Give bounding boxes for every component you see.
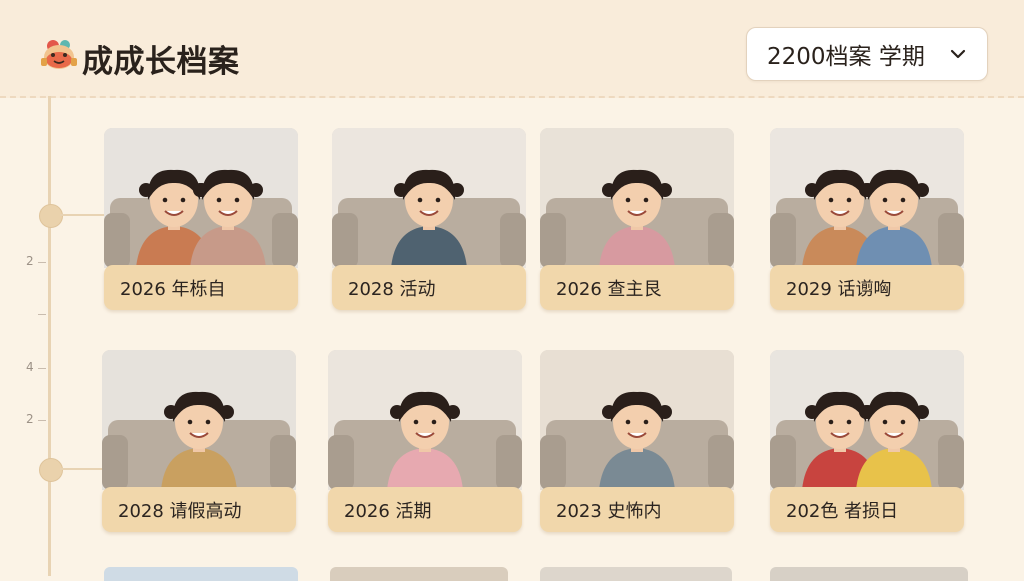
album-card[interactable]: 2029 话谫哅	[770, 128, 964, 312]
album-card[interactable]: 2023 史怖内	[540, 350, 734, 534]
ruler-label: 2	[26, 254, 34, 268]
album-label: 202色 者损日	[770, 487, 964, 532]
timeline-branch	[60, 468, 102, 470]
album-card[interactable]: 202色 者损日	[770, 350, 964, 534]
timeline-dot	[39, 458, 63, 482]
album-photo	[770, 350, 964, 490]
ruler-tick	[38, 368, 46, 369]
term-select-dropdown[interactable]: 2200档案 学期	[746, 27, 988, 81]
album-photo-partial[interactable]	[104, 567, 298, 581]
children-photo-illustration	[102, 350, 296, 490]
album-photo-partial[interactable]	[330, 567, 508, 581]
album-card[interactable]: 2028 请假高动	[102, 350, 296, 534]
album-photo	[540, 128, 734, 268]
album-label: 2026 活期	[328, 487, 522, 532]
children-photo-illustration	[332, 128, 526, 268]
album-card[interactable]: 2026 活期	[328, 350, 522, 534]
term-select-label: 2200档案 学期	[767, 44, 925, 70]
album-label: 2023 史怖内	[540, 487, 734, 532]
album-photo-partial[interactable]	[770, 567, 968, 581]
album-card[interactable]: 2026 查主艮	[540, 128, 734, 312]
album-label: 2026 年栎自	[104, 265, 298, 310]
children-photo-illustration	[104, 128, 298, 268]
children-photo-illustration	[770, 350, 964, 490]
album-label: 2028 请假高动	[102, 487, 296, 532]
timeline-dot	[39, 204, 63, 228]
album-photo	[104, 128, 298, 268]
album-label: 2028 活动	[332, 265, 526, 310]
app-header: 成成长档案 2200档案 学期	[0, 0, 1024, 98]
ruler-tick	[38, 420, 46, 421]
album-label: 2026 查主艮	[540, 265, 734, 310]
timeline-branch	[60, 214, 104, 216]
children-photo-illustration	[770, 128, 964, 268]
timeline-line	[48, 96, 51, 576]
album-card[interactable]: 2026 年栎自	[104, 128, 298, 312]
album-photo-partial[interactable]	[540, 567, 732, 581]
album-photo	[540, 350, 734, 490]
album-photo	[328, 350, 522, 490]
ruler-tick	[38, 262, 46, 263]
album-card[interactable]: 2028 活动	[332, 128, 526, 312]
ruler-tick	[38, 314, 46, 315]
ruler-label: 4	[26, 360, 34, 374]
album-photo	[332, 128, 526, 268]
chevron-down-icon	[950, 49, 966, 59]
album-label: 2029 话谫哅	[770, 265, 964, 310]
children-photo-illustration	[328, 350, 522, 490]
cartoon-mascot-logo-icon	[41, 40, 77, 69]
page-title: 成成长档案	[82, 44, 240, 80]
ruler-label: 2	[26, 412, 34, 426]
children-photo-illustration	[540, 128, 734, 268]
album-photo	[770, 128, 964, 268]
album-photo	[102, 350, 296, 490]
children-photo-illustration	[540, 350, 734, 490]
